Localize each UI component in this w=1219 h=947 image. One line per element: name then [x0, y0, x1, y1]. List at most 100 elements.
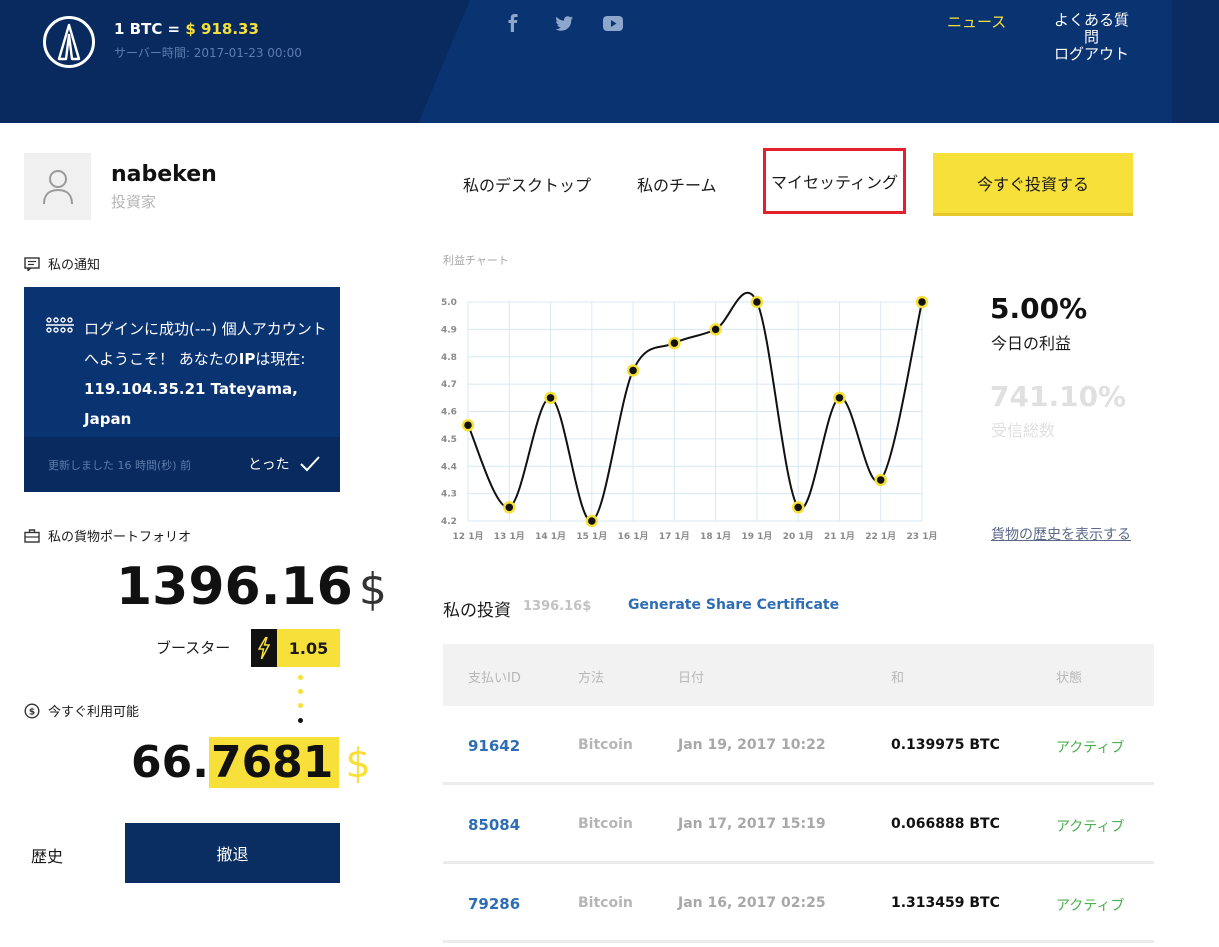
- y-tick-label: 4.8: [441, 353, 457, 363]
- connector-dot: [298, 689, 303, 694]
- available-dec: 7681: [208, 737, 340, 788]
- available-heading: $ 今すぐ利用可能: [24, 701, 139, 720]
- x-tick-label: 12 1月: [453, 531, 484, 542]
- twitter-icon[interactable]: [552, 11, 576, 35]
- payment-amount: 0.066888 BTC: [891, 816, 1000, 832]
- total-received-label: 受信総数: [991, 421, 1056, 440]
- portfolio-value: 1396.16 $: [116, 557, 387, 617]
- notification-card: ログインに成功(---) 個人アカウントへようこそ！ あなたのIPは現在: 11…: [24, 287, 340, 492]
- btc-price: 1 BTC = $ 918.33: [114, 20, 259, 38]
- payment-method: Bitcoin: [578, 816, 633, 832]
- investments-total: 1396.16$: [523, 599, 592, 614]
- x-tick-label: 16 1月: [618, 531, 649, 542]
- view-history-link[interactable]: 貨物の歴史を表示する: [991, 524, 1131, 544]
- user-role: 投資家: [111, 193, 157, 211]
- history-link[interactable]: 歴史: [31, 843, 63, 867]
- nav-logout[interactable]: ログアウト: [1049, 46, 1134, 63]
- payment-method: Bitcoin: [578, 895, 633, 911]
- notification-mid: は現在:: [255, 350, 306, 368]
- data-point: [874, 473, 887, 487]
- nav-faq[interactable]: よくある質問: [1049, 12, 1134, 46]
- notification-message: ログインに成功(---) 個人アカウントへようこそ！ あなたのIPは現在: 11…: [84, 314, 329, 434]
- payment-amount: 0.139975 BTC: [891, 737, 1000, 753]
- payment-id[interactable]: 85084: [468, 816, 520, 834]
- x-tick-label: 19 1月: [741, 531, 772, 542]
- x-tick-label: 22 1月: [865, 531, 896, 542]
- x-tick-label: 18 1月: [700, 531, 731, 542]
- payment-amount: 1.313459 BTC: [891, 895, 1000, 911]
- column-header: 日付: [678, 671, 705, 686]
- dismiss-notification-button[interactable]: とった: [248, 454, 320, 474]
- notification-footer: 更新しました 16 時間(秒) 前 とった: [24, 437, 340, 492]
- nav-faq-logout: よくある質問 ログアウト: [1049, 12, 1134, 63]
- total-received-value: 741.10%: [990, 380, 1127, 413]
- notification-updated: 更新しました 16 時間(秒) 前: [48, 459, 192, 472]
- btc-price-label: 1 BTC =: [114, 20, 181, 38]
- x-tick-label: 15 1月: [576, 531, 607, 542]
- connector-dot: [298, 675, 303, 680]
- column-header: 状態: [1056, 671, 1083, 686]
- logo-icon[interactable]: [43, 16, 95, 68]
- share-certificate-link[interactable]: Generate Share Certificate: [628, 597, 839, 613]
- column-header: 支払いID: [468, 671, 521, 686]
- y-tick-label: 4.2: [441, 517, 457, 527]
- username: nabeken: [111, 162, 217, 187]
- column-header: 和: [891, 671, 905, 686]
- data-point: [915, 295, 929, 309]
- connector-dot: [298, 718, 303, 723]
- server-time: サーバー時間: 2017-01-23 00:00: [114, 46, 302, 60]
- y-tick-label: 4.6: [441, 408, 457, 418]
- avatar[interactable]: [24, 153, 91, 220]
- invest-now-button[interactable]: 今すぐ投資する: [933, 153, 1133, 216]
- booster-label: ブースター: [156, 639, 231, 657]
- tab-settings[interactable]: マイセッティング: [763, 148, 906, 214]
- data-point: [544, 391, 557, 405]
- data-point: [585, 514, 599, 528]
- chart-title: 利益チャート: [443, 254, 509, 267]
- table-row[interactable]: 91642 Bitcoin Jan 19, 2017 10:22 0.13997…: [443, 706, 1154, 785]
- y-tick-label: 4.3: [441, 490, 457, 500]
- today-profit-value: 5.00%: [990, 292, 1088, 325]
- payment-status: アクティブ: [1056, 819, 1125, 835]
- top-header: 1 BTC = $ 918.33 サーバー時間: 2017-01-23 00:0…: [0, 0, 1219, 123]
- youtube-icon[interactable]: [601, 11, 625, 35]
- payment-date: Jan 16, 2017 02:25: [678, 895, 826, 911]
- notification-ip: 119.104.35.21 Tateyama, Japan: [84, 380, 298, 428]
- table-row[interactable]: 79286 Bitcoin Jan 16, 2017 02:25 1.31345…: [443, 864, 1154, 943]
- table-row[interactable]: 85084 Bitcoin Jan 17, 2017 15:19 0.06688…: [443, 785, 1154, 864]
- y-tick-label: 4.4: [441, 462, 457, 472]
- withdraw-button[interactable]: 撤退: [125, 823, 340, 883]
- tab-team[interactable]: 私のチーム: [637, 172, 717, 196]
- notifications-title: 私の通知: [48, 258, 101, 273]
- tab-desktop[interactable]: 私のデスクトップ: [463, 172, 591, 196]
- investments-title: 私の投資: [443, 601, 511, 621]
- available-balance: 66. 7681 $: [131, 737, 371, 788]
- check-icon: [299, 456, 320, 472]
- y-tick-label: 4.5: [441, 435, 457, 445]
- data-point: [668, 336, 681, 350]
- btc-price-value: $ 918.33: [185, 20, 259, 38]
- message-icon: [24, 256, 40, 271]
- available-title: 今すぐ利用可能: [48, 705, 140, 720]
- x-tick-label: 23 1月: [907, 531, 938, 542]
- payment-status: アクティブ: [1056, 740, 1125, 756]
- portfolio-amount: 1396.16: [116, 557, 353, 617]
- briefcase-icon: [24, 528, 40, 543]
- notifications-heading: 私の通知: [24, 254, 100, 273]
- payment-id[interactable]: 91642: [468, 737, 520, 755]
- data-point: [750, 295, 764, 309]
- facebook-icon[interactable]: [501, 11, 525, 35]
- column-header: 方法: [578, 671, 605, 686]
- payment-date: Jan 19, 2017 10:22: [678, 737, 826, 753]
- y-tick-label: 4.9: [441, 325, 457, 335]
- nav-news[interactable]: ニュース: [947, 11, 1006, 32]
- notification-ip-label: IP: [238, 350, 256, 368]
- dismiss-label: とった: [248, 457, 290, 473]
- payment-status: アクティブ: [1056, 898, 1125, 914]
- data-point: [461, 418, 475, 432]
- payment-method: Bitcoin: [578, 737, 633, 753]
- dollar-coin-icon: $: [24, 702, 40, 719]
- payment-id[interactable]: 79286: [468, 895, 520, 913]
- x-tick-label: 17 1月: [659, 531, 690, 542]
- header-band-right: [1172, 0, 1219, 123]
